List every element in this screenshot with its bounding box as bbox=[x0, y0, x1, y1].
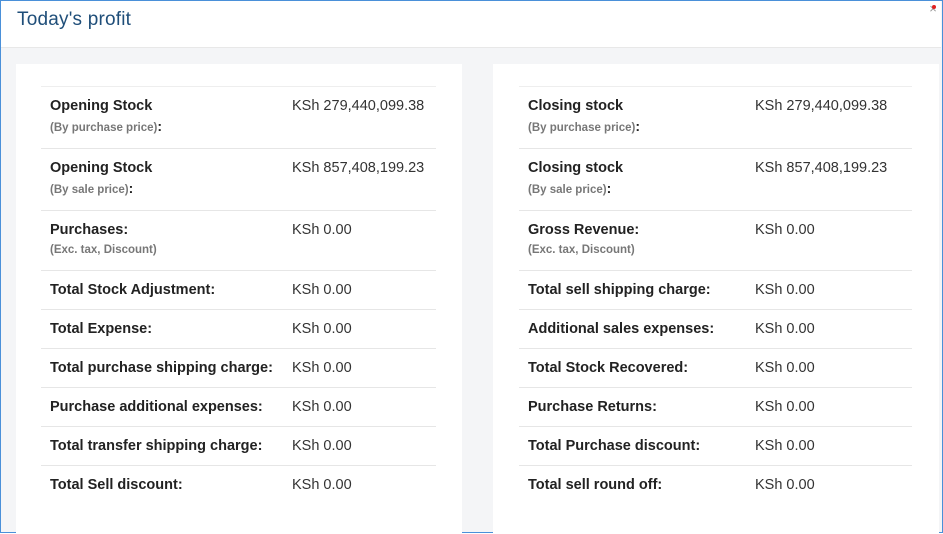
row-value: KSh 0.00 bbox=[746, 387, 912, 427]
opening-table: Opening Stock (By purchase price): KSh 279… bbox=[41, 86, 436, 504]
row-label: Additional sales expenses: bbox=[519, 309, 746, 349]
row-value: KSh 0.00 bbox=[283, 270, 436, 310]
row-sublabel-colon: : bbox=[635, 118, 641, 134]
row-sublabel-text: (By sale price) bbox=[50, 184, 129, 196]
row-label-text: Additional sales expenses: bbox=[528, 321, 715, 337]
row-label: Purchases: (Exc. tax, Discount) bbox=[41, 210, 283, 271]
notification-dot bbox=[932, 5, 936, 9]
row-label-text: Purchase Returns: bbox=[528, 399, 657, 415]
modal-header: Today's profit bbox=[1, 1, 941, 48]
row-value: KSh 0.00 bbox=[283, 210, 436, 271]
row-value: KSh 0.00 bbox=[746, 465, 912, 504]
row-sublabel: (Exc. tax, Discount) bbox=[50, 240, 275, 261]
row-value: KSh 0.00 bbox=[283, 348, 436, 388]
row-label: Opening Stock (By purchase price): bbox=[41, 86, 283, 149]
summary-row: Total purchase shipping charge: KSh 0.00 bbox=[41, 348, 436, 388]
summary-row: Opening Stock (By purchase price): KSh 279… bbox=[41, 86, 436, 149]
summary-row: Total Stock Adjustment: KSh 0.00 bbox=[41, 270, 436, 310]
row-sublabel-colon: : bbox=[157, 118, 163, 134]
row-sublabel-text: (By purchase price) bbox=[50, 122, 158, 134]
row-sublabel: (By purchase price): bbox=[50, 116, 275, 139]
row-sublabel-colon: : bbox=[128, 180, 134, 196]
row-value: KSh 0.00 bbox=[283, 426, 436, 466]
summary-row: Closing stock (By sale price): KSh 857,408… bbox=[519, 148, 912, 211]
row-label-text: Total Purchase discount: bbox=[528, 438, 701, 454]
row-value: KSh 0.00 bbox=[746, 348, 912, 388]
row-label-text: Purchase additional expenses: bbox=[50, 399, 263, 415]
row-label: Closing stock (By purchase price): bbox=[519, 86, 746, 149]
row-label: Purchase Returns: bbox=[519, 387, 746, 427]
row-value: KSh 0.00 bbox=[283, 465, 436, 504]
closing-panel: Closing stock (By purchase price): KSh 279… bbox=[493, 64, 939, 534]
row-label-text: Total sell shipping charge: bbox=[528, 282, 711, 298]
summary-row: Additional sales expenses: KSh 0.00 bbox=[519, 309, 912, 349]
row-value: KSh 0.00 bbox=[746, 270, 912, 310]
row-label-text: Total Stock Recovered: bbox=[528, 360, 689, 376]
summary-row: Total Sell discount: KSh 0.00 bbox=[41, 465, 436, 504]
summary-row: Total Stock Recovered: KSh 0.00 bbox=[519, 348, 912, 388]
row-label-text: Opening Stock bbox=[50, 160, 153, 176]
summary-row: Total transfer shipping charge: KSh 0.00 bbox=[41, 426, 436, 466]
summary-row: Total Expense: KSh 0.00 bbox=[41, 309, 436, 349]
row-label-text: Closing stock bbox=[528, 160, 624, 176]
row-value: KSh 0.00 bbox=[283, 387, 436, 427]
row-label: Total Stock Recovered: bbox=[519, 348, 746, 388]
row-label: Total Expense: bbox=[41, 309, 283, 349]
row-label: Gross Revenue: (Exc. tax, Discount) bbox=[519, 210, 746, 271]
row-value: KSh 857,408,199.23 bbox=[283, 148, 436, 211]
row-value: KSh 279,440,099.38 bbox=[746, 86, 912, 149]
row-label: Total sell round off: bbox=[519, 465, 746, 504]
row-label-text: Total Stock Adjustment: bbox=[50, 282, 216, 298]
row-label: Total Purchase discount: bbox=[519, 426, 746, 466]
row-value: KSh 857,408,199.23 bbox=[746, 148, 912, 211]
row-label: Total Stock Adjustment: bbox=[41, 270, 283, 310]
row-value: KSh 279,440,099.38 bbox=[283, 86, 436, 149]
row-label: Total purchase shipping charge: bbox=[41, 348, 283, 388]
row-label: Total Sell discount: bbox=[41, 465, 283, 504]
row-label: Total transfer shipping charge: bbox=[41, 426, 283, 466]
row-value: KSh 0.00 bbox=[746, 210, 912, 271]
row-value: KSh 0.00 bbox=[746, 426, 912, 466]
row-sublabel-text: (By purchase price) bbox=[528, 122, 636, 134]
opening-panel: Opening Stock (By purchase price): KSh 279… bbox=[16, 64, 462, 534]
summary-row: Total Purchase discount: KSh 0.00 bbox=[519, 426, 912, 466]
row-sublabel-text: (By sale price) bbox=[528, 184, 607, 196]
row-sublabel: (By sale price): bbox=[528, 178, 738, 201]
row-label-text: Total transfer shipping charge: bbox=[50, 438, 263, 454]
row-label: Closing stock (By sale price): bbox=[519, 148, 746, 211]
summary-row: Closing stock (By purchase price): KSh 279… bbox=[519, 86, 912, 149]
row-label-text: Closing stock bbox=[528, 98, 624, 114]
row-sublabel-colon: : bbox=[606, 180, 612, 196]
row-label-text: Opening Stock bbox=[50, 98, 153, 114]
summary-row: Opening Stock (By sale price): KSh 857,408… bbox=[41, 148, 436, 211]
row-label-text: Total Sell discount: bbox=[50, 477, 183, 493]
summary-row: Purchases: (Exc. tax, Discount) KSh 0.00 bbox=[41, 210, 436, 271]
summary-row: Total sell round off: KSh 0.00 bbox=[519, 465, 912, 504]
row-sublabel: (By purchase price): bbox=[528, 116, 738, 139]
row-sublabel: (Exc. tax, Discount) bbox=[528, 240, 738, 261]
row-label: Total sell shipping charge: bbox=[519, 270, 746, 310]
row-label: Purchase additional expenses: bbox=[41, 387, 283, 427]
row-label: Opening Stock (By sale price): bbox=[41, 148, 283, 211]
row-label-text: Total Expense: bbox=[50, 321, 153, 337]
row-value: KSh 0.00 bbox=[746, 309, 912, 349]
row-value: KSh 0.00 bbox=[283, 309, 436, 349]
row-label-text: Total sell round off: bbox=[528, 477, 663, 493]
row-sublabel-text: (Exc. tax, Discount) bbox=[528, 244, 635, 256]
summary-row: Total sell shipping charge: KSh 0.00 bbox=[519, 270, 912, 310]
summary-row: Purchase Returns: KSh 0.00 bbox=[519, 387, 912, 427]
modal-title: Today's profit bbox=[17, 9, 132, 30]
row-sublabel: (By sale price): bbox=[50, 178, 275, 201]
row-label-text: Total purchase shipping charge: bbox=[50, 360, 273, 376]
row-sublabel-text: (Exc. tax, Discount) bbox=[50, 244, 157, 256]
summary-row: Gross Revenue: (Exc. tax, Discount) KSh 0.… bbox=[519, 210, 912, 271]
row-label-text: Purchases: bbox=[50, 222, 129, 238]
row-label-text: Gross Revenue: bbox=[528, 222, 640, 238]
closing-table: Closing stock (By purchase price): KSh 279… bbox=[519, 86, 912, 504]
summary-row: Purchase additional expenses: KSh 0.00 bbox=[41, 387, 436, 427]
